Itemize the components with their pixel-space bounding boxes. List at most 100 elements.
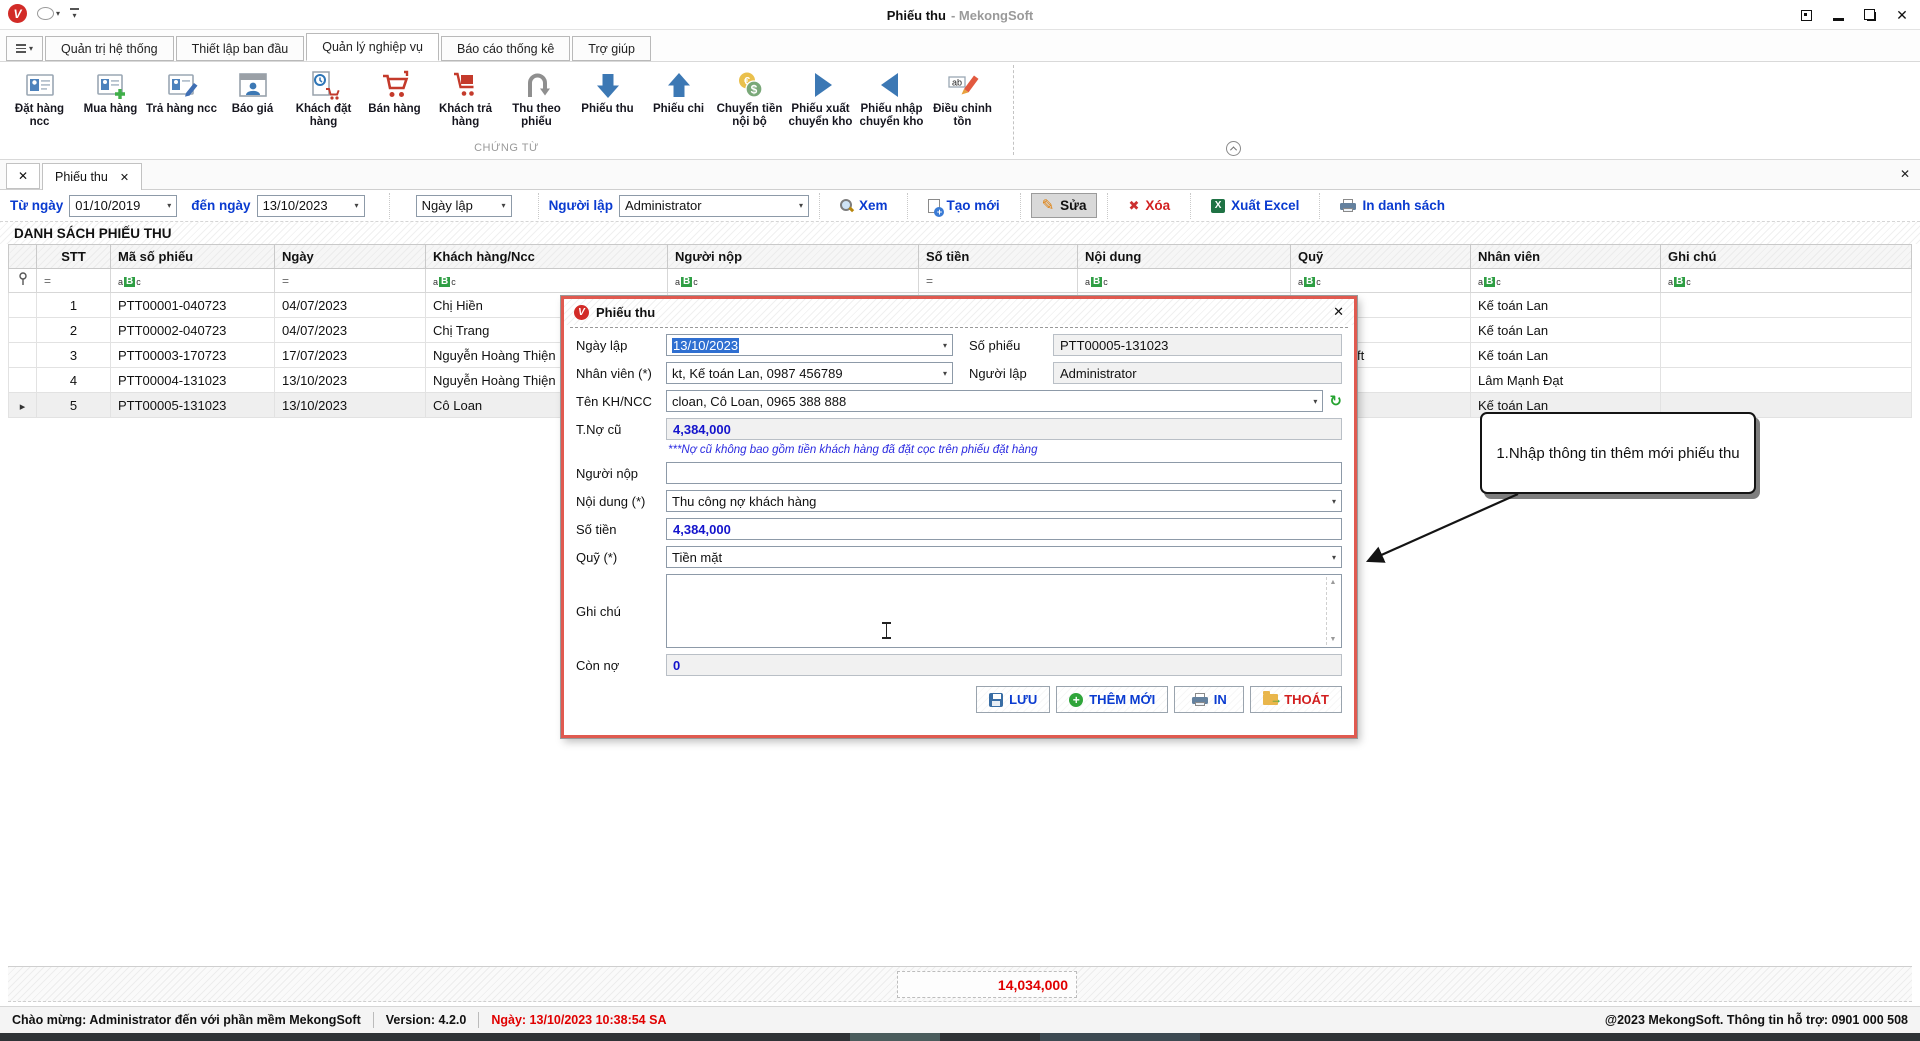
filter-ghi-chu[interactable]: aBc: [1661, 269, 1912, 293]
col-nguoi-nop[interactable]: Người nộp: [668, 245, 919, 269]
tool-bao-gia[interactable]: Báo giá: [217, 66, 288, 116]
quy-combobox[interactable]: Tiền mặt ▾: [666, 546, 1342, 568]
close-button[interactable]: ✕: [1894, 7, 1910, 23]
doc-tab-close-icon[interactable]: ✕: [120, 171, 129, 184]
tab-quan-tri-he-thong[interactable]: Quản trị hệ thống: [45, 36, 174, 61]
add-new-button[interactable]: + THÊM MỚI: [1056, 686, 1168, 713]
ribbon-collapse-button[interactable]: [1226, 141, 1241, 156]
debt-note-text: ***Nợ cũ không bao gồm tiền khách hàng đ…: [666, 444, 1342, 456]
filter-nhan-vien[interactable]: aBc: [1471, 269, 1661, 293]
tool-khach-tra-hang[interactable]: Khách trả hàng: [430, 66, 501, 129]
edit-button[interactable]: ✎ Sửa: [1031, 193, 1098, 218]
col-ghi-chu[interactable]: Ghi chú: [1661, 245, 1912, 269]
tabstrip-right-close-button[interactable]: ✕: [1900, 167, 1910, 181]
nguoi-lap-label: Người lập: [969, 366, 1053, 381]
ribbon-separator: [1013, 65, 1014, 155]
window-title: Phiếu thu - MekongSoft: [0, 0, 1920, 30]
tool-tra-hang-ncc[interactable]: Trả hàng ncc: [146, 66, 217, 116]
from-date-combobox[interactable]: 01/10/2019 ▾: [69, 195, 177, 217]
tool-label: Mua hàng: [84, 103, 138, 116]
card-edit-icon: [165, 68, 199, 102]
save-button-label: LƯU: [1009, 692, 1037, 707]
quy-label: Quỹ (*): [576, 550, 666, 565]
tabstrip-close-all-button[interactable]: ✕: [6, 163, 40, 189]
cart-red-icon: [378, 68, 412, 102]
filter-quy[interactable]: aBc: [1291, 269, 1471, 293]
tool-label: Điều chỉnh tồn: [927, 103, 998, 129]
delete-button[interactable]: ✖ Xóa: [1118, 194, 1180, 217]
creator-combobox[interactable]: Administrator ▾: [619, 195, 809, 217]
ghi-chu-textarea[interactable]: ▲ ▼: [666, 574, 1342, 648]
tool-phieu-thu[interactable]: Phiếu thu: [572, 66, 643, 116]
filter-khach-hang[interactable]: aBc: [426, 269, 668, 293]
ngay-lap-combobox[interactable]: 13/10/2023 ▾: [666, 334, 953, 356]
col-quy[interactable]: Quỹ: [1291, 245, 1471, 269]
col-stt[interactable]: STT: [37, 245, 111, 269]
tool-ban-hang[interactable]: Bán hàng: [359, 66, 430, 116]
row-indicator: [9, 343, 37, 368]
textarea-scrollbar[interactable]: ▲ ▼: [1326, 577, 1339, 645]
tool-label: Đặt hàng ncc: [4, 103, 75, 129]
filter-so-tien[interactable]: =: [919, 269, 1078, 293]
print-list-button[interactable]: In danh sách: [1330, 194, 1455, 217]
exit-button-label: THOÁT: [1284, 692, 1329, 707]
refresh-customer-button[interactable]: ↻: [1329, 394, 1342, 409]
scroll-down-icon: ▼: [1330, 636, 1337, 643]
dialog-close-button[interactable]: ✕: [1333, 304, 1344, 320]
copyright-text: @2023 MekongSoft. Thông tin hỗ trợ: 0901…: [1605, 1013, 1908, 1027]
restore-button[interactable]: [1862, 7, 1878, 23]
tool-phieu-nhap-chuyen-kho[interactable]: Phiếu nhập chuyển kho: [856, 66, 927, 129]
tool-thu-theo-phieu[interactable]: Thu theo phiếu: [501, 66, 572, 129]
text-filter-icon: aBc: [1668, 277, 1691, 287]
col-so-tien[interactable]: Số tiền: [919, 245, 1078, 269]
minimize-button[interactable]: [1830, 7, 1846, 23]
dialog-title-bar[interactable]: V Phiếu thu ✕: [564, 299, 1354, 325]
tab-thiet-lap-ban-dau[interactable]: Thiết lập ban đầu: [176, 36, 305, 61]
col-khach-hang[interactable]: Khách hàng/Ncc: [426, 245, 668, 269]
ten-kh-combobox[interactable]: cloan, Cô Loan, 0965 388 888 ▾: [666, 390, 1323, 412]
scroll-up-icon: ▲: [1330, 579, 1337, 586]
save-button[interactable]: LƯU: [976, 686, 1050, 713]
create-new-button[interactable]: + Tạo mới: [918, 194, 1009, 217]
col-noi-dung[interactable]: Nội dung: [1078, 245, 1291, 269]
filter-noi-dung[interactable]: aBc: [1078, 269, 1291, 293]
tool-dieu-chinh-ton[interactable]: ab Điều chỉnh tồn: [927, 66, 998, 129]
nguoi-nop-input[interactable]: [666, 462, 1342, 484]
nhan-vien-combobox[interactable]: kt, Kế toán Lan, 0987 456789 ▾: [666, 362, 953, 384]
tool-label: Trả hàng ncc: [146, 103, 217, 116]
nguoi-lap-field: Administrator: [1053, 362, 1342, 384]
to-date-combobox[interactable]: 13/10/2023 ▾: [257, 195, 365, 217]
view-button[interactable]: Xem: [830, 194, 898, 217]
exit-button[interactable]: → THOÁT: [1250, 686, 1342, 713]
tab-tro-giup[interactable]: Trợ giúp: [572, 36, 651, 61]
noi-dung-combobox[interactable]: Thu công nợ khách hàng ▾: [666, 490, 1342, 512]
menu-icon-tab[interactable]: ▾: [6, 36, 43, 61]
doc-tab-phieu-thu[interactable]: Phiếu thu ✕: [42, 163, 142, 190]
tool-phieu-chi[interactable]: Phiếu chi: [643, 66, 714, 116]
so-tien-input[interactable]: 4,384,000: [666, 518, 1342, 540]
total-amount-cell: 14,034,000: [897, 971, 1077, 998]
fit-screen-button[interactable]: [1798, 7, 1814, 23]
tool-chuyen-tien-noi-bo[interactable]: €$ Chuyển tiền nội bộ: [714, 66, 785, 129]
chevron-down-icon: ▾: [1313, 397, 1317, 406]
tool-khach-dat-hang[interactable]: Khách đặt hàng: [288, 66, 359, 129]
date-type-combobox[interactable]: Ngày lập ▾: [416, 195, 512, 217]
ten-kh-label: Tên KH/NCC: [576, 394, 666, 409]
tool-mua-hang[interactable]: Mua hàng: [75, 66, 146, 116]
tab-quan-ly-nghiep-vu[interactable]: Quản lý nghiệp vụ: [306, 33, 439, 61]
folder-exit-icon: →: [1263, 694, 1278, 705]
noi-dung-value: Thu công nợ khách hàng: [672, 494, 816, 509]
tool-phieu-xuat-chuyen-kho[interactable]: Phiếu xuất chuyển kho: [785, 66, 856, 129]
col-ma-so-phieu[interactable]: Mã số phiếu: [111, 245, 275, 269]
col-nhan-vien[interactable]: Nhân viên: [1471, 245, 1661, 269]
export-excel-button[interactable]: X Xuất Excel: [1201, 194, 1309, 217]
tool-dat-hang-ncc[interactable]: Đặt hàng ncc: [4, 66, 75, 129]
print-button[interactable]: IN: [1174, 686, 1244, 713]
col-ngay[interactable]: Ngày: [275, 245, 426, 269]
filter-nguoi-nop[interactable]: aBc: [668, 269, 919, 293]
filter-stt[interactable]: =: [37, 269, 111, 293]
filter-ngay[interactable]: =: [275, 269, 426, 293]
filter-ma-so-phieu[interactable]: aBc: [111, 269, 275, 293]
text-filter-icon: aBc: [1478, 277, 1501, 287]
tab-bao-cao-thong-ke[interactable]: Báo cáo thống kê: [441, 36, 570, 61]
